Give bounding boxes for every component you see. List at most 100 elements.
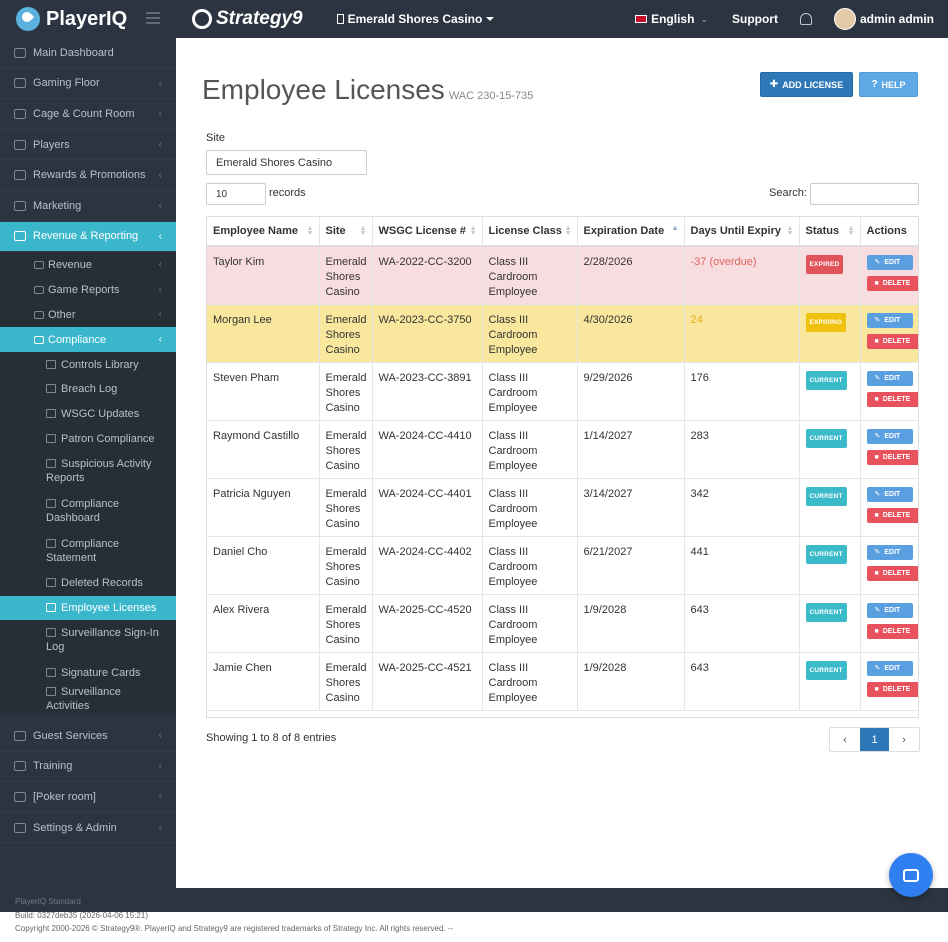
sidebar-item-rewards[interactable]: Rewards & Promotions ‹ — [0, 160, 176, 191]
table-info: Showing 1 to 8 of 8 entries — [206, 732, 337, 744]
sidebar-item-deleted-records[interactable]: Deleted Records — [0, 571, 176, 596]
sidebar-item-players[interactable]: Players ‹ — [0, 130, 176, 161]
edit-label: EDIT — [884, 606, 901, 614]
status-badge: CURRENT — [805, 544, 847, 564]
pagination-prev-button[interactable]: ‹ — [830, 728, 860, 751]
cell-actions: ✎ EDIT ■ DELETE — [860, 536, 918, 595]
sidebar-item-poker-room[interactable]: [Poker room] ‹ — [0, 782, 176, 813]
sidebar-item-revenue[interactable]: Revenue ‹ — [0, 252, 176, 277]
page-title-text: Employee Licenses — [202, 74, 445, 105]
money-icon — [14, 231, 26, 242]
sidebar-item-label: Compliance — [48, 333, 107, 346]
sidebar: Main Dashboard Gaming Floor ‹ Cage & Coun… — [0, 38, 176, 888]
cell-site: Emerald Shores Casino — [319, 304, 373, 363]
sidebar-item-suspicious-activity[interactable]: Suspicious Activity Reports — [0, 451, 176, 491]
edit-label: EDIT — [884, 664, 901, 672]
bell-icon[interactable] — [799, 13, 812, 25]
sidebar-item-controls-library[interactable]: Controls Library — [0, 352, 176, 377]
edit-button[interactable]: ✎ EDIT — [866, 544, 913, 560]
sidebar-item-settings-admin[interactable]: Settings & Admin ‹ — [0, 813, 176, 844]
column-label: Employee Name — [213, 225, 298, 237]
delete-button[interactable]: ■ DELETE — [866, 623, 918, 639]
add-license-button[interactable]: ✚ ADD LICENSE — [760, 72, 853, 97]
sidebar-item-gaming-floor[interactable]: Gaming Floor ‹ — [0, 69, 176, 100]
edit-button[interactable]: ✎ EDIT — [866, 370, 913, 386]
page-length-select[interactable]: 10 — [206, 183, 266, 205]
column-header-employee-name[interactable]: Employee Name ▲ ▼ — [207, 217, 320, 247]
cell-license: WA-2024-CC-4402 — [372, 536, 483, 595]
sidebar-item-training[interactable]: Training ‹ — [0, 752, 176, 783]
sidebar-item-compliance-dashboard[interactable]: Compliance Dashboard — [0, 491, 176, 531]
edit-button[interactable]: ✎ EDIT — [866, 255, 913, 270]
sidebar-item-signature-cards[interactable]: Signature Cards — [0, 660, 176, 685]
edit-button[interactable]: ✎ EDIT — [866, 486, 913, 502]
delete-button[interactable]: ■ DELETE — [866, 681, 918, 697]
sidebar-item-main-dashboard[interactable]: Main Dashboard — [0, 38, 176, 69]
help-button[interactable]: ? HELP — [859, 72, 918, 97]
edit-button[interactable]: ✎ EDIT — [866, 312, 913, 328]
sort-icon: ▲ ▼ — [847, 225, 855, 237]
column-header-license[interactable]: WSGC License # ▲ ▼ — [372, 217, 483, 247]
delete-button[interactable]: ■ DELETE — [866, 391, 918, 407]
delete-button[interactable]: ■ DELETE — [866, 565, 918, 581]
column-header-site[interactable]: Site ▲ ▼ — [319, 217, 373, 247]
sidebar-item-label: Employee Licenses — [61, 601, 157, 614]
sidebar-item-wsgc-updates[interactable]: WSGC Updates — [0, 402, 176, 427]
sidebar-item-marketing[interactable]: Marketing ‹ — [0, 191, 176, 222]
cell-status: CURRENT — [799, 652, 861, 711]
sidebar-item-cage-count[interactable]: Cage & Count Room ‹ — [0, 99, 176, 130]
sidebar-item-surveillance-activities[interactable]: Surveillance Activities — [0, 685, 176, 713]
status-badge: EXPIRING — [805, 312, 847, 332]
status-badge: CURRENT — [805, 428, 847, 448]
brand[interactable]: PlayerIQ — [0, 0, 176, 38]
sidebar-item-patron-compliance[interactable]: Patron Compliance — [0, 426, 176, 451]
sidebar-item-employee-licenses[interactable]: Employee Licenses — [0, 595, 176, 621]
edit-button[interactable]: ✎ EDIT — [866, 428, 913, 444]
delete-label: DELETE — [882, 627, 911, 635]
sidebar-item-label: Marketing — [33, 199, 82, 212]
chevron-left-icon: ‹ — [158, 77, 162, 89]
column-header-days[interactable]: Days Until Expiry ▲ ▼ — [684, 217, 800, 247]
cell-site: Emerald Shores Casino — [319, 652, 373, 711]
menu-toggle-icon[interactable] — [146, 12, 160, 24]
table-row: Jamie Chen Emerald Shores Casino WA-2025-C… — [207, 652, 918, 711]
pagination-next-button[interactable]: › — [889, 728, 919, 751]
language-selector[interactable]: English ⌄ — [635, 12, 708, 26]
edit-button[interactable]: ✎ EDIT — [866, 602, 913, 618]
revenue-submenu: Revenue ‹ Game Reports ‹ Other ‹ Compliance… — [0, 252, 176, 713]
sidebar-item-revenue-reporting[interactable]: Revenue & Reporting ‹ — [0, 221, 176, 253]
sidebar-item-other[interactable]: Other ‹ — [0, 302, 176, 327]
trash-icon — [46, 578, 56, 588]
column-header-status[interactable]: Status ▲ ▼ — [799, 217, 861, 247]
sidebar-item-guest-services[interactable]: Guest Services ‹ — [0, 721, 176, 752]
sort-asc-icon: ▲ — [671, 225, 679, 232]
search-input[interactable] — [810, 183, 919, 205]
delete-button[interactable]: ■ DELETE — [866, 507, 918, 523]
cell-class: Class III Cardroom Employee — [482, 652, 578, 711]
chat-button[interactable] — [889, 853, 933, 897]
chevron-left-icon: ‹ — [158, 169, 162, 181]
delete-button[interactable]: ■ DELETE — [866, 333, 918, 349]
table-header-row: Employee Name ▲ ▼ Site ▲ ▼ WSGC License # ▲ ▼ … — [207, 217, 918, 247]
column-header-expiration[interactable]: Expiration Date ▲ — [577, 217, 685, 247]
user-icon — [14, 139, 26, 150]
sidebar-item-compliance[interactable]: Compliance ‹ — [0, 327, 176, 353]
sidebar-item-compliance-statement[interactable]: Compliance Statement — [0, 531, 176, 571]
site-selector[interactable]: Emerald Shores Casino — [336, 12, 495, 26]
users-icon — [14, 730, 26, 741]
support-link[interactable]: Support — [732, 12, 778, 26]
sidebar-item-surveillance-sign-in[interactable]: Surveillance Sign-In Log — [0, 620, 176, 660]
sidebar-item-game-reports[interactable]: Game Reports ‹ — [0, 277, 176, 302]
cell-employee-name: Raymond Castillo — [207, 420, 320, 479]
sidebar-item-breach-log[interactable]: Breach Log — [0, 377, 176, 402]
top-navbar: PlayerIQ Strategy9 Emerald Shores Casino… — [0, 0, 948, 38]
edit-button[interactable]: ✎ EDIT — [866, 660, 913, 676]
edit-label: EDIT — [884, 548, 901, 556]
user-menu[interactable]: admin admin — [833, 8, 934, 30]
pagination-page-button[interactable]: 1 — [860, 728, 889, 751]
sidebar-item-label: Game Reports — [48, 283, 120, 296]
column-header-class[interactable]: License Class ▲ ▼ — [482, 217, 578, 247]
site-filter-select[interactable]: Emerald Shores Casino — [206, 150, 367, 175]
delete-button[interactable]: ■ DELETE — [866, 449, 918, 465]
delete-button[interactable]: ■ DELETE — [866, 276, 918, 291]
